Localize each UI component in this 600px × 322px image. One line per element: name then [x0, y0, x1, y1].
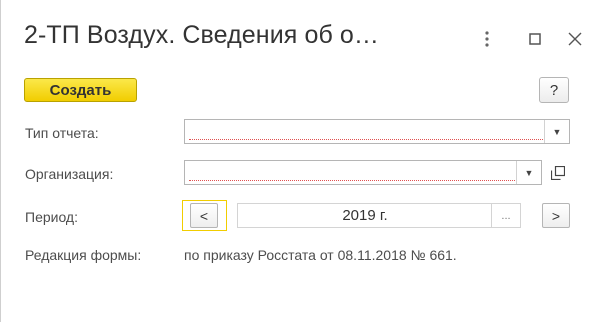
organization-field[interactable]: ▼ — [184, 160, 542, 185]
report-type-dropdown-button[interactable]: ▼ — [544, 120, 569, 143]
period-select-button[interactable]: ... — [491, 204, 520, 227]
close-button[interactable] — [562, 26, 588, 52]
organization-open-button[interactable] — [546, 160, 570, 185]
chevron-right-icon: > — [551, 207, 561, 224]
report-type-field[interactable]: ▼ — [184, 119, 570, 144]
required-underline — [189, 139, 543, 140]
period-value: 2019 г. — [342, 207, 388, 224]
help-button[interactable]: ? — [539, 77, 569, 103]
more-button[interactable] — [474, 26, 500, 52]
chevron-down-icon: ▼ — [524, 167, 534, 178]
maximize-icon — [529, 33, 541, 45]
edition-value: по приказу Росстата от 08.11.2018 № 661. — [184, 247, 457, 263]
chevron-down-icon: ▼ — [552, 126, 562, 137]
period-prev-button[interactable]: < — [190, 203, 218, 228]
period-label: Период: — [25, 209, 78, 225]
close-icon — [568, 32, 582, 46]
create-button[interactable]: Создать — [24, 78, 137, 102]
open-form-icon — [551, 165, 565, 180]
edition-label: Редакция формы: — [25, 247, 142, 263]
organization-label: Организация: — [25, 166, 114, 182]
report-type-label: Тип отчета: — [25, 125, 99, 141]
required-underline — [189, 180, 515, 181]
period-field[interactable]: 2019 г. ... — [237, 203, 521, 228]
more-vertical-icon — [485, 31, 489, 47]
chevron-left-icon: < — [199, 207, 209, 224]
organization-dropdown-button[interactable]: ▼ — [516, 161, 541, 184]
window-title: 2-ТП Воздух. Сведения об о… — [24, 21, 380, 49]
period-next-button[interactable]: > — [542, 203, 570, 228]
window-left-border — [0, 0, 1, 322]
maximize-button[interactable] — [522, 26, 548, 52]
